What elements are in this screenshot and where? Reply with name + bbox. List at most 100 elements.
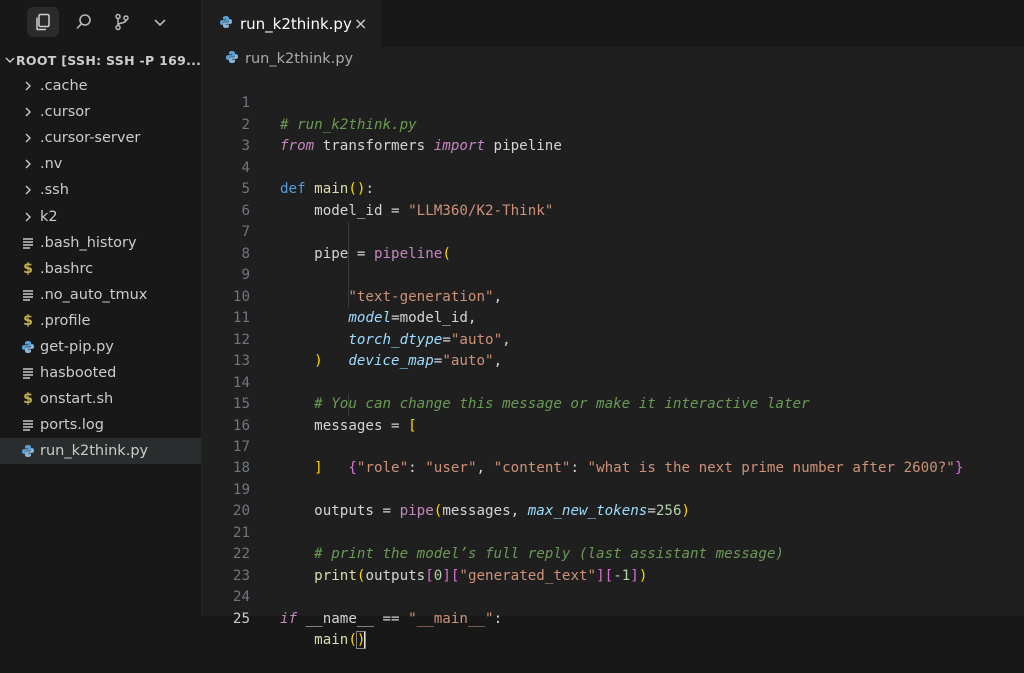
tree-item-onstart[interactable]: $ onstart.sh <box>0 386 201 412</box>
tab-run-k2think[interactable]: run_k2think.py × <box>202 0 381 47</box>
chevron-right-icon <box>20 156 36 172</box>
tree-item-cursor-server[interactable]: .cursor-server <box>0 125 201 151</box>
code-line: 21 # print the model’s full reply (last … <box>202 501 1024 562</box>
code-token: __name__ == <box>297 610 409 627</box>
tree-item-label: run_k2think.py <box>40 443 149 460</box>
chevron-right-icon <box>20 104 36 120</box>
tree-item-cursor[interactable]: .cursor <box>0 99 201 125</box>
tree-item-label: k2 <box>40 208 58 225</box>
tab-bar: run_k2think.py × <box>202 0 1024 47</box>
code-line: 13 <box>202 330 1024 369</box>
python-file-icon <box>225 50 239 68</box>
tree-item-cache[interactable]: .cache <box>0 73 201 99</box>
activity-bar <box>0 0 201 44</box>
indent-guide <box>348 265 349 287</box>
tree-item-ports-log[interactable]: ports.log <box>0 412 201 438</box>
code-line: 23 <box>202 544 1024 584</box>
shell-file-icon: $ <box>23 260 33 277</box>
file-tree: .cache .cursor .cursor-server .nv .ssh k… <box>0 73 201 465</box>
text-file-icon <box>20 287 36 303</box>
code-line: 18 <box>202 437 1024 476</box>
code-line: 16 {"role": "user", "content": "what is … <box>202 394 1024 476</box>
indent-guide <box>348 222 349 244</box>
explorer-icon[interactable] <box>27 7 59 37</box>
code-line: 11 device_map="auto", <box>202 286 1024 369</box>
code-line: 22 print(outputs[0]["generated_text"][-1… <box>202 523 1024 583</box>
code-line: 6 <box>202 179 1024 219</box>
code-line: 24 if __name__ == "__main__": <box>202 566 1024 626</box>
text-file-icon <box>20 417 36 433</box>
tree-item-label: onstart.sh <box>40 391 114 408</box>
code-line: 12 ) <box>202 308 1024 369</box>
code-line: 14 # You can change this message or make… <box>202 351 1024 412</box>
line-number: 25 <box>232 610 250 627</box>
code-token: "__main__" <box>408 610 494 627</box>
chevron-down-icon[interactable] <box>141 7 179 37</box>
code-line: 9 model=model_id, <box>202 243 1024 326</box>
tree-item-label: .ssh <box>40 182 69 199</box>
code-editor[interactable]: 1 # run_k2think.py 2 from transformers i… <box>202 72 1024 650</box>
text-file-icon <box>20 365 36 381</box>
python-file-icon <box>20 443 36 459</box>
code-line: 19 outputs = pipe(messages, max_new_toke… <box>202 458 1024 519</box>
tree-item-k2[interactable]: k2 <box>0 203 201 229</box>
code-token: : <box>493 610 503 627</box>
code-line: 17 ] <box>202 416 1024 476</box>
code-token: main <box>314 632 349 649</box>
tree-item-label: get-pip.py <box>40 338 114 355</box>
close-icon[interactable]: × <box>354 14 367 33</box>
tree-item-label: ports.log <box>40 417 104 434</box>
root-label: ROOT [SSH: SSH -P 169... <box>16 52 201 68</box>
explorer-sidebar: ROOT [SSH: SSH -P 169... .cache .cursor … <box>0 0 202 616</box>
code-line: 2 from transformers import pipeline <box>202 93 1024 154</box>
tree-item-no-auto-tmux[interactable]: .no_auto_tmux <box>0 282 201 308</box>
source-control-icon[interactable] <box>103 7 141 37</box>
shell-file-icon: $ <box>23 312 33 329</box>
code-line: 7 pipe = pipeline( <box>202 201 1024 261</box>
chevron-down-icon <box>4 54 16 66</box>
breadcrumb: run_k2think.py <box>202 47 1024 71</box>
tree-item-label: .nv <box>40 156 63 173</box>
code-token: if <box>280 610 298 627</box>
tree-item-label: .cursor-server <box>40 130 141 147</box>
tree-item-run-k2think[interactable]: run_k2think.py <box>0 438 201 465</box>
python-file-icon <box>219 15 233 33</box>
code-line: 10 torch_dtype="auto", <box>202 265 1024 348</box>
python-file-icon <box>20 339 36 355</box>
tree-item-get-pip[interactable]: get-pip.py <box>0 334 201 360</box>
tab-label: run_k2think.py <box>240 14 352 33</box>
explorer-root[interactable]: ROOT [SSH: SSH -P 169... <box>0 50 201 70</box>
code-line: 4 def main(): <box>202 136 1024 197</box>
tree-item-label: .bash_history <box>40 234 137 251</box>
tree-item-hasbooted[interactable]: hasbooted <box>0 360 201 386</box>
indent-guide <box>348 286 349 309</box>
indent-guide <box>348 243 349 266</box>
tree-item-ssh[interactable]: .ssh <box>0 177 201 203</box>
chevron-right-icon <box>20 182 36 198</box>
code-token: ( <box>348 632 357 649</box>
tree-item-label: .profile <box>40 312 91 329</box>
tree-item-label: hasbooted <box>40 365 117 382</box>
tree-item-profile[interactable]: $ .profile <box>0 308 201 334</box>
text-cursor <box>364 631 367 650</box>
text-file-icon <box>20 235 36 251</box>
indent-guide <box>348 394 349 416</box>
code-line: 1 # run_k2think.py <box>202 72 1024 132</box>
search-icon[interactable] <box>65 7 103 37</box>
chevron-right-icon <box>20 130 36 146</box>
tree-item-nv[interactable]: .nv <box>0 151 201 177</box>
code-line: 15 messages = [ <box>202 373 1024 433</box>
shell-file-icon: $ <box>23 391 33 408</box>
chevron-right-icon <box>20 78 36 94</box>
tree-item-label: .no_auto_tmux <box>40 286 148 303</box>
breadcrumb-file[interactable]: run_k2think.py <box>245 51 353 67</box>
editor-area: run_k2think.py × run_k2think.py 1 # run_… <box>202 0 1024 650</box>
code-line: 5 model_id = "LLM360/K2-Think" <box>202 158 1024 218</box>
tree-item-label: .cursor <box>40 104 91 121</box>
chevron-right-icon <box>20 209 36 225</box>
code-line-current: 25 main() <box>202 587 1024 650</box>
tree-item-bash-history[interactable]: .bash_history <box>0 230 201 256</box>
app-window: ROOT [SSH: SSH -P 169... .cache .cursor … <box>0 0 1024 650</box>
code-line: 8 "text-generation", <box>202 222 1024 305</box>
tree-item-bashrc[interactable]: $ .bashrc <box>0 256 201 282</box>
